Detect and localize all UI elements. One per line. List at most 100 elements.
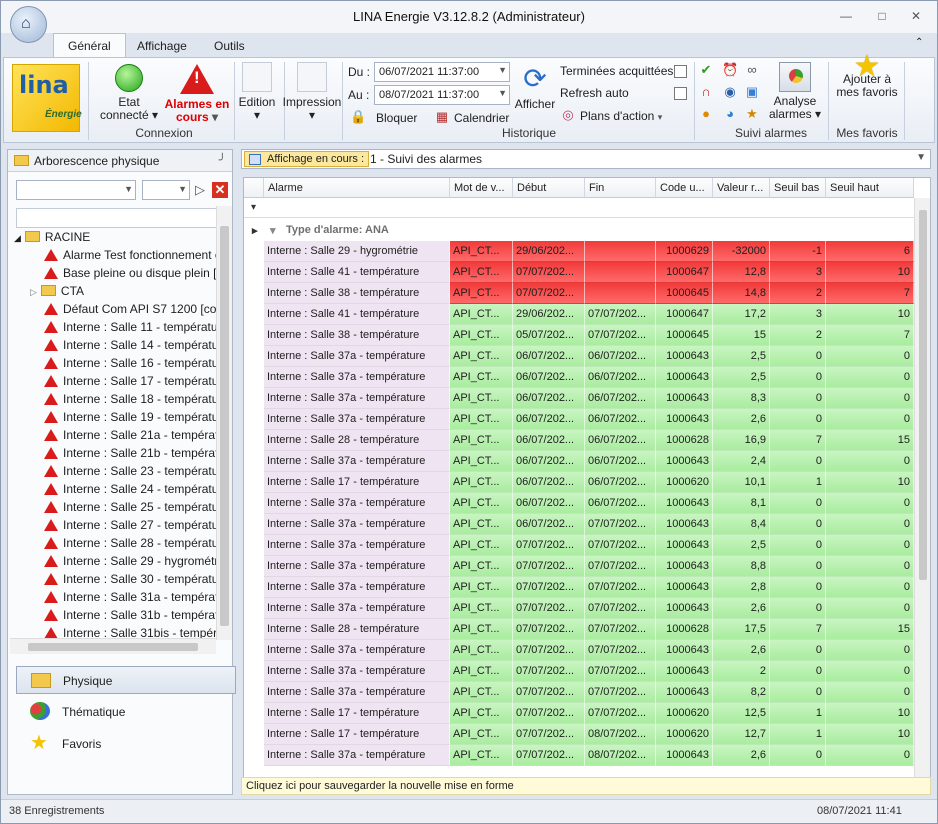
tab-outils[interactable]: Outils [214, 39, 245, 53]
table-row[interactable]: Interne : Salle 37a - température API_CT.… [244, 493, 914, 514]
chevron-down-icon[interactable]: ▼ [916, 152, 926, 163]
tree-node-folder[interactable]: ▷ CTA [30, 284, 84, 302]
table-row[interactable]: Interne : Salle 37a - température API_CT.… [244, 661, 914, 682]
table-row[interactable]: Interne : Salle 37a - température API_CT.… [244, 451, 914, 472]
tree-node-alarm[interactable]: Interne : Salle 21a - températu [44, 428, 220, 446]
refresh-auto-checkbox[interactable] [674, 87, 687, 100]
bell-icon[interactable]: ● [698, 106, 714, 122]
analyse-alarmes-button[interactable]: Analyse alarmes ▾ [766, 62, 824, 121]
tree-node-alarm[interactable]: Interne : Salle 17 - températur [44, 374, 220, 392]
table-row[interactable]: Interne : Salle 37a - température API_CT.… [244, 367, 914, 388]
scroll-thumb[interactable] [919, 210, 927, 580]
date-au-input[interactable]: 08/07/2021 11:37:00 ▼ [374, 85, 510, 105]
tree-node-alarm[interactable]: Interne : Salle 24 - températur [44, 482, 220, 500]
column-header[interactable]: Alarme [264, 178, 450, 198]
tab-affichage[interactable]: Affichage [137, 39, 187, 53]
collapse-ribbon-icon[interactable]: ⌃ [915, 37, 923, 48]
table-row[interactable]: Interne : Salle 28 - température API_CT..… [244, 430, 914, 451]
person-icon[interactable]: ★ [744, 106, 760, 122]
alarm-clock-icon[interactable]: ⏰ [722, 62, 738, 78]
column-header[interactable]: Fin [585, 178, 656, 198]
plans-action-button[interactable]: Plans d'action ▾ [580, 109, 662, 123]
column-header[interactable]: Mot de v... [450, 178, 513, 198]
chart-icon[interactable]: ▣ [744, 84, 760, 100]
tree-node-alarm[interactable]: Interne : Salle 31a - températu [44, 590, 220, 608]
tree-node-alarm[interactable]: Interne : Salle 16 - températur [44, 356, 220, 374]
bloquer-button[interactable]: Bloquer [376, 111, 417, 125]
table-row[interactable]: Interne : Salle 41 - température API_CT..… [244, 304, 914, 325]
table-row[interactable]: Interne : Salle 37a - température API_CT.… [244, 640, 914, 661]
tab-general[interactable]: Général [53, 33, 126, 58]
tree-node-alarm[interactable]: Interne : Salle 21b - températu [44, 446, 220, 464]
impression-button[interactable]: Impression ▾ [280, 62, 344, 122]
table-row[interactable]: Interne : Salle 37a - température API_CT.… [244, 682, 914, 703]
clear-filter-icon[interactable]: ✕ [212, 182, 228, 198]
tree-node-alarm[interactable]: Interne : Salle 11 - températur [44, 320, 220, 338]
alarmes-en-cours-button[interactable]: ! Alarmes en cours ▾ [164, 64, 230, 124]
filter-row[interactable]: ▾ [244, 198, 930, 218]
table-row[interactable]: Interne : Salle 17 - température API_CT..… [244, 703, 914, 724]
tree-filter-combo[interactable]: ▼ [16, 180, 136, 200]
nav-thematique[interactable]: Thématique [16, 698, 236, 726]
group-row[interactable]: ▸ ▾ Type d'alarme: ANA [244, 222, 914, 240]
column-header[interactable]: Valeur r... [713, 178, 770, 198]
table-row[interactable]: Interne : Salle 37a - température API_CT.… [244, 577, 914, 598]
tree-node-alarm[interactable]: Interne : Salle 28 - températur [44, 536, 220, 554]
tree-node-alarm[interactable]: Défaut Com API S7 1200 [cod [44, 302, 220, 320]
tree-node-alarm[interactable]: Interne : Salle 14 - températur [44, 338, 220, 356]
pin-icon[interactable]: ╯ [219, 153, 226, 167]
table-row[interactable]: Interne : Salle 29 - hygrométrie API_CT..… [244, 241, 914, 262]
tree-vertical-scrollbar[interactable] [216, 206, 232, 640]
tree-node-alarm[interactable]: Interne : Salle 27 - températur [44, 518, 220, 536]
collapse-group-icon[interactable]: ▾ [270, 224, 276, 237]
edition-button[interactable]: Edition ▾ [237, 62, 277, 122]
table-row[interactable]: Interne : Salle 37a - température API_CT.… [244, 745, 914, 766]
camera-icon[interactable]: ◉ [722, 84, 738, 100]
tree-node-alarm[interactable]: Base pleine ou disque plein [c [44, 266, 220, 284]
tree-node-alarm[interactable]: Interne : Salle 18 - températur [44, 392, 220, 410]
maximize-icon[interactable]: □ [873, 9, 891, 25]
affichage-selector[interactable]: Affichage en cours : 1 - Suivi des alarm… [241, 149, 931, 169]
ajouter-favoris-button[interactable]: ★ Ajouter à mes favoris [832, 52, 902, 99]
scroll-thumb[interactable] [220, 226, 229, 626]
tree-node-root[interactable]: ◢ RACINE [14, 230, 90, 248]
nav-physique[interactable]: Physique [16, 666, 236, 694]
filter-icon[interactable]: ▷ [192, 182, 208, 198]
table-row[interactable]: Interne : Salle 37a - température API_CT.… [244, 556, 914, 577]
table-row[interactable]: Interne : Salle 37a - température API_CT.… [244, 346, 914, 367]
column-header[interactable]: Seuil bas [770, 178, 826, 198]
magnet-icon[interactable]: ∩ [698, 84, 714, 100]
check-icon[interactable]: ✔ [698, 62, 714, 78]
calendrier-button[interactable]: Calendrier [454, 111, 509, 125]
date-du-input[interactable]: 06/07/2021 11:37:00 ▼ [374, 62, 510, 82]
tree-node-alarm[interactable]: Interne : Salle 19 - températur [44, 410, 220, 428]
grid-vertical-scrollbar[interactable] [914, 198, 930, 778]
tree-node-alarm[interactable]: Interne : Salle 23 - températur [44, 464, 220, 482]
tree-horizontal-scrollbar[interactable] [10, 638, 216, 654]
etat-connecte-button[interactable]: Etat connecté ▾ [96, 64, 162, 122]
nav-favoris[interactable]: ★ Favoris [16, 730, 236, 758]
scroll-thumb[interactable] [28, 643, 198, 651]
table-row[interactable]: Interne : Salle 28 - température API_CT..… [244, 619, 914, 640]
table-row[interactable]: Interne : Salle 37a - température API_CT.… [244, 409, 914, 430]
column-header[interactable]: Début [513, 178, 585, 198]
table-row[interactable]: Interne : Salle 37a - température API_CT.… [244, 514, 914, 535]
column-header[interactable]: Code u... [656, 178, 713, 198]
tree-node-alarm[interactable]: Interne : Salle 30 - températur [44, 572, 220, 590]
table-row[interactable]: Interne : Salle 38 - température API_CT..… [244, 283, 914, 304]
table-row[interactable]: Interne : Salle 41 - température API_CT..… [244, 262, 914, 283]
afficher-button[interactable]: ⟳ Afficher [512, 64, 558, 111]
tree-node-alarm[interactable]: Interne : Salle 29 - hygrométr [44, 554, 218, 572]
column-header[interactable]: Seuil haut [826, 178, 914, 198]
glasses-icon[interactable]: ∞ [744, 62, 760, 78]
tree-node-alarm[interactable]: Interne : Salle 31b - températu [44, 608, 220, 626]
tree-node-alarm[interactable]: Alarme Test fonctionnement e [44, 248, 220, 266]
close-icon[interactable]: ✕ [907, 9, 925, 25]
tree-search-input[interactable] [16, 208, 226, 228]
tree-level-combo[interactable]: ▼ [142, 180, 190, 200]
table-row[interactable]: Interne : Salle 38 - température API_CT..… [244, 325, 914, 346]
terminees-checkbox[interactable] [674, 65, 687, 78]
table-row[interactable]: Interne : Salle 37a - température API_CT.… [244, 388, 914, 409]
minimize-icon[interactable]: — [837, 9, 855, 25]
table-row[interactable]: Interne : Salle 17 - température API_CT..… [244, 472, 914, 493]
